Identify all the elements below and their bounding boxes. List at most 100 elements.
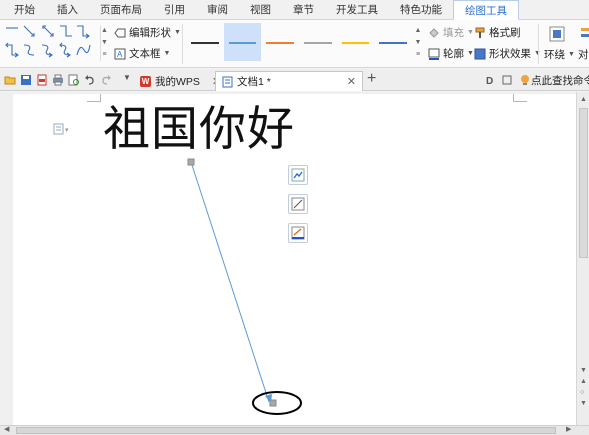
divider	[182, 24, 183, 64]
document-text[interactable]: 祖国你好	[103, 102, 295, 158]
highlight-circle	[252, 391, 302, 415]
margin-corner	[513, 94, 527, 102]
tab-my-wps[interactable]: W 我的WPS ✕	[134, 71, 227, 91]
format-painter-label: 格式刷	[489, 27, 521, 39]
arrow-connector[interactable]	[190, 161, 270, 403]
close-icon[interactable]: ✕	[347, 75, 356, 88]
scroll-thumb[interactable]	[579, 108, 588, 258]
print-preview-icon[interactable]	[68, 74, 80, 86]
vertical-scrollbar[interactable]: ▲ ▼ ▲ ○ ▼	[576, 92, 589, 425]
chevron-down-icon: ▼	[467, 29, 474, 36]
prev-page-icon[interactable]: ▲	[580, 378, 587, 385]
svg-text:D: D	[486, 76, 493, 86]
align-button[interactable]: 对齐	[578, 47, 589, 62]
style-scroll-arrows[interactable]: ▲ ▼ ≡	[413, 25, 423, 61]
tab-drawing-tools[interactable]: 绘图工具	[453, 0, 519, 20]
tab-page-layout[interactable]: 页面布局	[89, 0, 153, 19]
edit-shape-button[interactable]: 编辑形状 ▼	[114, 25, 181, 40]
layout-options-button[interactable]	[288, 165, 308, 185]
margin-corner	[87, 94, 101, 102]
search-command[interactable]: 点此查找命令	[531, 73, 589, 88]
format-painter-icon	[475, 27, 485, 38]
new-tab-button[interactable]: +	[367, 70, 376, 88]
scroll-right-icon[interactable]: ▶	[566, 425, 571, 433]
tab-home[interactable]: 开始	[0, 0, 46, 19]
tab-developer[interactable]: 开发工具	[325, 0, 389, 19]
horizontal-scrollbar[interactable]: ◀ ▶	[0, 425, 589, 435]
text-box-button[interactable]: A 文本框 ▼	[114, 46, 170, 61]
wrap-text-icon	[549, 26, 565, 42]
tab-document1-label: 文档1 *	[237, 76, 271, 88]
align-label: 对齐	[578, 49, 589, 61]
line-style-option[interactable]	[186, 23, 224, 61]
ribbon-tab-bar: 开始 插入 页面布局 引用 审阅 视图 章节 开发工具 特色功能 绘图工具	[0, 0, 589, 20]
paragraph-layout-icon[interactable]: ▾	[53, 123, 73, 135]
open-folder-icon[interactable]	[4, 74, 16, 86]
scroll-down-icon[interactable]: ▼	[580, 367, 587, 374]
connector-end-handle[interactable]	[269, 399, 277, 407]
line-style-option-selected[interactable]	[223, 23, 262, 61]
wps-logo-icon: W	[140, 75, 151, 87]
gallery-scroll-arrows[interactable]: ▲ ▼ ≡	[100, 25, 108, 61]
undo-icon[interactable]	[84, 74, 96, 86]
wrap-button[interactable]: 环绕 ▼	[544, 47, 575, 62]
layout-options-icon	[291, 168, 305, 182]
chevron-down-icon[interactable]: ▼	[123, 73, 131, 82]
line-style-option[interactable]	[337, 23, 375, 61]
outline-label: 轮廓	[443, 48, 464, 60]
shape-effect-button[interactable]: 形状效果 ▼	[474, 46, 541, 61]
hscroll-thumb[interactable]	[16, 427, 556, 434]
svg-text:A: A	[117, 50, 123, 59]
select-browse-icon[interactable]: ○	[580, 389, 584, 396]
edit-shape-icon	[114, 28, 126, 37]
chevron-down-icon: ▼	[568, 51, 575, 58]
tab-view[interactable]: 视图	[239, 0, 282, 19]
next-page-icon[interactable]: ▼	[580, 400, 587, 407]
line-style-option[interactable]	[261, 23, 299, 61]
export-pdf-icon[interactable]	[36, 74, 48, 86]
scroll-up-icon[interactable]: ▲	[580, 96, 587, 103]
redo-icon[interactable]	[100, 74, 112, 86]
document-area: ▾ 祖国你好	[0, 92, 576, 425]
format-painter-button[interactable]: 格式刷	[474, 25, 521, 40]
shape-outline-button[interactable]	[288, 223, 308, 243]
ribbon-panel: ▲ ▼ ≡ 编辑形状 ▼ A 文本框 ▼ ▲ ▼ ≡ 填充 ▼ 格式刷 轮廓 ▼ 形状效…	[0, 20, 589, 68]
connector-gallery[interactable]	[2, 23, 98, 63]
fill-button[interactable]: 填充 ▼	[428, 25, 474, 40]
tab-chapter[interactable]: 章节	[282, 0, 325, 19]
svg-text:▾: ▾	[65, 127, 69, 134]
divider	[538, 24, 539, 64]
skin-icon[interactable]	[501, 74, 513, 86]
shape-outline-icon	[291, 226, 305, 240]
tab-insert[interactable]: 插入	[46, 0, 89, 19]
connector-start-handle[interactable]	[187, 158, 195, 166]
scroll-left-icon[interactable]: ◀	[4, 425, 9, 433]
line-style-option[interactable]	[374, 23, 412, 61]
text-box-label: 文本框	[129, 48, 161, 60]
print-icon[interactable]	[52, 74, 64, 86]
shape-effect-icon	[474, 48, 486, 59]
document-page[interactable]: ▾ 祖国你好	[13, 94, 576, 425]
fill-label: 填充	[443, 27, 464, 39]
shape-effect-label: 形状效果	[489, 48, 531, 60]
lightbulb-icon	[521, 75, 529, 85]
outline-button[interactable]: 轮廓 ▼	[428, 46, 474, 61]
chevron-down-icon: ▼	[467, 50, 474, 57]
line-style-option[interactable]	[299, 23, 337, 61]
text-box-icon: A	[114, 48, 126, 59]
d-icon[interactable]: D	[484, 74, 496, 86]
tab-references[interactable]: 引用	[153, 0, 196, 19]
shape-style-icon	[291, 197, 305, 211]
save-icon[interactable]	[20, 74, 32, 86]
chevron-down-icon: ▼	[163, 50, 171, 57]
tab-review[interactable]: 审阅	[196, 0, 239, 19]
line-style-gallery[interactable]	[186, 23, 412, 61]
outline-pen-icon	[428, 48, 440, 60]
wrap-label: 环绕	[544, 49, 565, 61]
align-icon	[581, 28, 589, 37]
paint-bucket-icon	[429, 27, 439, 38]
tab-special-features[interactable]: 特色功能	[389, 0, 453, 19]
tab-document1[interactable]: 文档1 * ✕	[215, 71, 363, 91]
shape-style-button[interactable]	[288, 194, 308, 214]
edit-shape-label: 编辑形状	[129, 27, 171, 39]
